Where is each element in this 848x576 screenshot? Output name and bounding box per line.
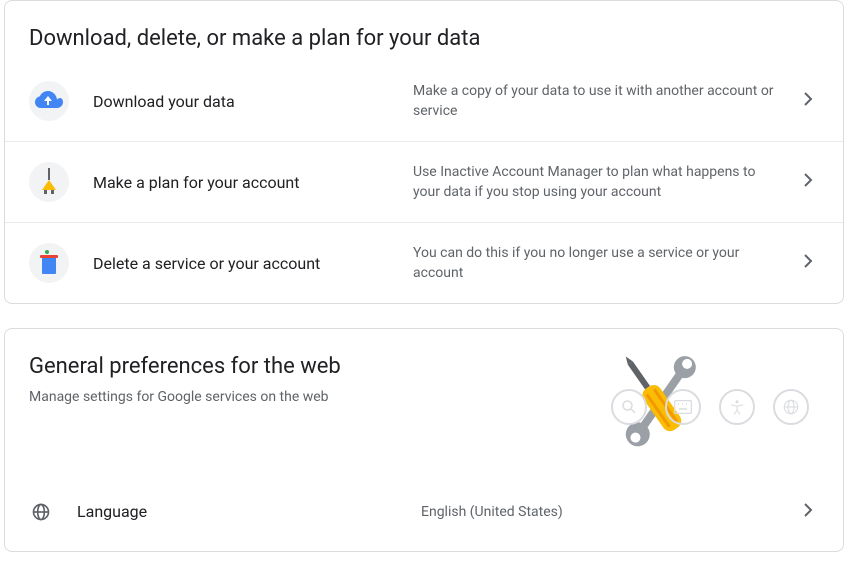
row-title: Language: [77, 502, 421, 521]
accessibility-icon: [719, 389, 755, 425]
download-your-data-row[interactable]: Download your data Make a copy of your d…: [5, 61, 843, 141]
cloud-download-icon: [29, 81, 69, 121]
row-description: Make a copy of your data to use it with …: [413, 81, 795, 121]
delete-service-row[interactable]: Delete a service or your account You can…: [5, 222, 843, 303]
row-description: You can do this if you no longer use a s…: [413, 243, 795, 283]
row-title: Delete a service or your account: [93, 254, 413, 273]
keyboard-icon: [665, 389, 701, 425]
row-title: Download your data: [93, 92, 413, 111]
card-header: General preferences for the web Manage s…: [5, 329, 843, 471]
globe-icon: [29, 500, 53, 524]
row-value: English (United States): [421, 502, 795, 522]
globe-icon: [773, 389, 809, 425]
card-title: General preferences for the web: [29, 353, 559, 381]
card-header: Download, delete, or make a plan for you…: [5, 1, 843, 61]
general-preferences-card: General preferences for the web Manage s…: [4, 328, 844, 552]
plug-icon: [29, 162, 69, 202]
preferences-illustration: [559, 353, 819, 463]
row-title: Make a plan for your account: [93, 173, 413, 192]
search-icon: [611, 389, 647, 425]
trash-icon: [29, 243, 69, 283]
language-row[interactable]: Language English (United States): [5, 471, 843, 551]
chevron-right-icon: [795, 498, 819, 526]
row-description: Use Inactive Account Manager to plan wha…: [413, 162, 795, 202]
chevron-right-icon: [795, 168, 819, 196]
chevron-right-icon: [795, 249, 819, 277]
download-delete-plan-card: Download, delete, or make a plan for you…: [4, 0, 844, 304]
chevron-right-icon: [795, 87, 819, 115]
make-a-plan-row[interactable]: Make a plan for your account Use Inactiv…: [5, 141, 843, 222]
card-title: Download, delete, or make a plan for you…: [29, 25, 819, 53]
card-subtitle: Manage settings for Google services on t…: [29, 389, 559, 405]
